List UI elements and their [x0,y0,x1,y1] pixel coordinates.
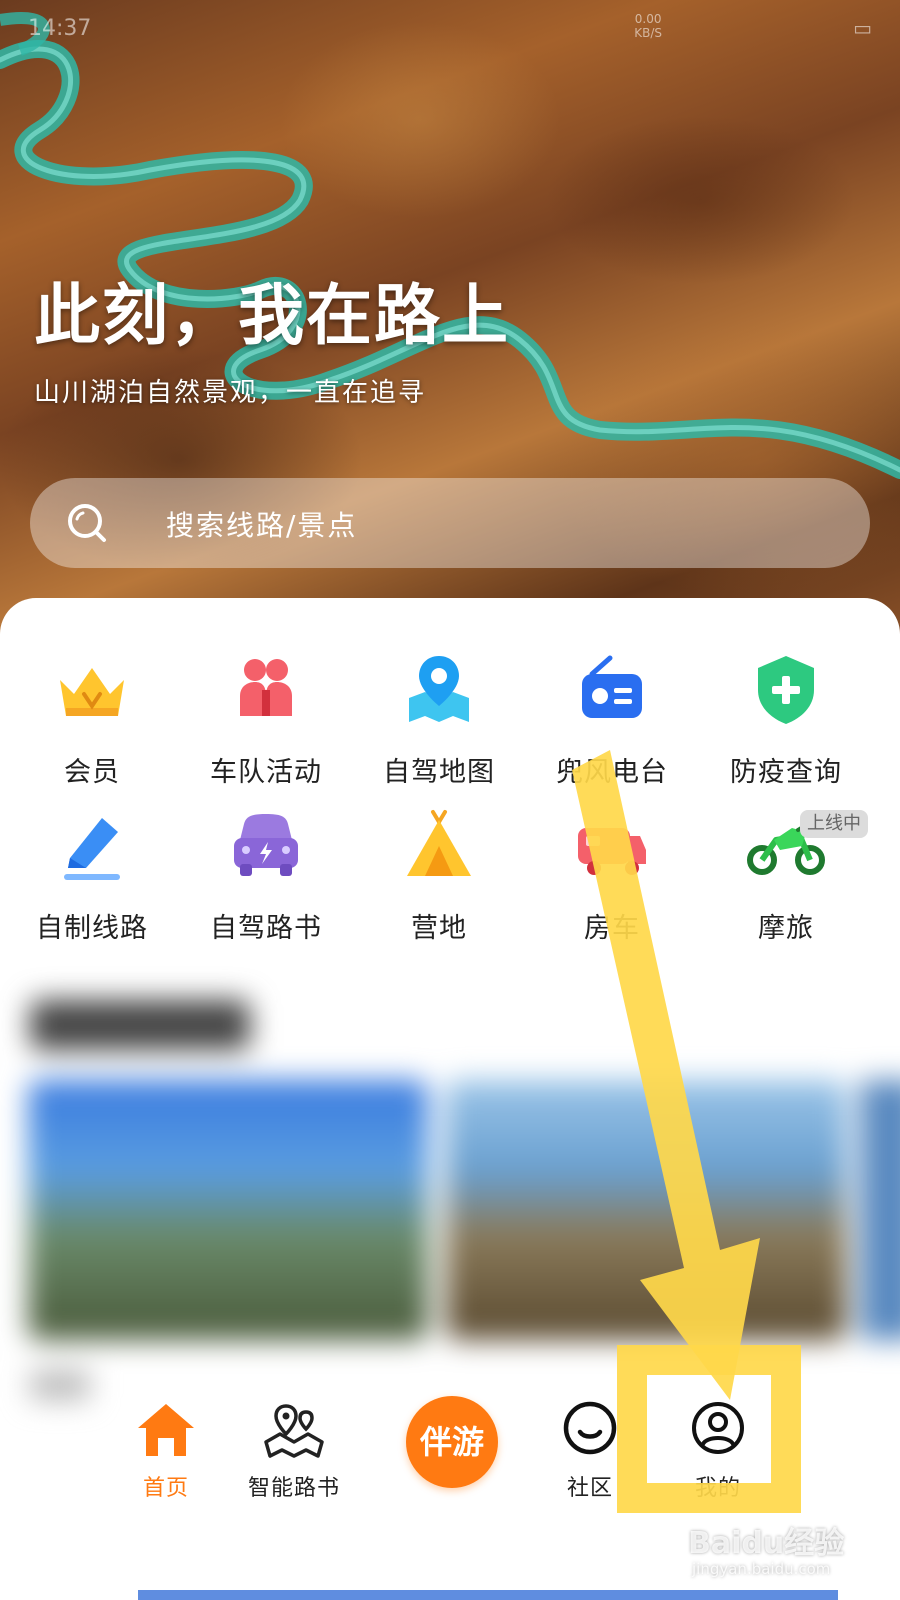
crown-icon [60,668,124,716]
service-label: 摩旅 [758,913,814,944]
user-profile-icon [692,1402,744,1454]
pencil-icon [64,818,120,880]
battery-icon: ▭ [853,16,872,40]
service-label: 自制线路 [36,913,148,944]
hero-banner: 14:37 0.00 KB/S ▭ 此刻，我在路上 山川湖泊自然景观，一直在追寻… [0,0,900,640]
nav-label: 我的 [694,1476,741,1501]
network-speed: 0.00 KB/S [634,12,662,40]
blurred-card-image [446,1080,846,1340]
search-icon [68,504,106,542]
blurred-section-title [30,1000,250,1050]
service-label: 防疫查询 [730,757,842,788]
hero-title: 此刻，我在路上 [34,277,510,354]
service-roadbook[interactable]: 自驾路书 [176,806,356,945]
service-label: 兜风电台 [556,757,668,788]
service-epidemic-check[interactable]: 防疫查询 [696,650,876,789]
nav-mine[interactable]: 我的 [658,1398,778,1502]
tent-icon [407,810,471,876]
blurred-card-image [860,1080,900,1340]
service-label: 车队活动 [210,757,322,788]
nav-label: 智能路书 [247,1476,340,1501]
watermark-logo: Baidu经验 [688,1526,845,1561]
status-badge: 上线中 [800,810,868,838]
car-icon [234,814,298,876]
nav-community[interactable]: 社区 [530,1398,650,1502]
service-label: 会员 [64,757,120,788]
service-label: 营地 [411,913,467,944]
radio-icon [582,655,642,718]
hero-subtitle: 山川湖泊自然景观，一直在追寻 [34,378,427,408]
nav-roadbook[interactable]: 智能路书 [234,1398,354,1502]
service-label: 房车 [584,913,640,944]
nav-companion-button[interactable]: 伴游 [406,1396,498,1488]
map-pin-icon [409,656,469,722]
rv-icon [578,828,646,875]
nav-home[interactable]: 首页 [106,1398,226,1502]
nav-label: 首页 [142,1476,189,1501]
blurred-text [30,1370,90,1400]
status-bar: 14:37 0.00 KB/S ▭ [28,12,872,46]
service-campsite[interactable]: 营地 [349,806,529,945]
service-driving-map[interactable]: 自驾地图 [349,650,529,789]
nav-bottom-strip [138,1590,838,1600]
map-route-icon [264,1404,324,1458]
status-time: 14:37 [28,16,92,41]
service-rv[interactable]: 房车 [522,806,702,945]
service-custom-route[interactable]: 自制线路 [2,806,182,945]
home-icon [138,1404,194,1456]
service-label: 自驾地图 [383,757,495,788]
nav-label: 社区 [566,1476,613,1501]
service-label: 自驾路书 [210,913,322,944]
shield-plus-icon [758,656,814,724]
service-radio[interactable]: 兜风电台 [522,650,702,789]
search-bar[interactable]: 搜索线路/景点 [30,478,870,568]
service-team-activity[interactable]: 车队活动 [176,650,356,789]
service-member[interactable]: 会员 [2,650,182,789]
watermark-url: jingyan.baidu.com [692,1560,831,1578]
smile-icon [563,1401,617,1455]
group-icon [240,659,292,716]
blurred-card-image [28,1080,428,1340]
search-placeholder: 搜索线路/景点 [166,509,358,542]
